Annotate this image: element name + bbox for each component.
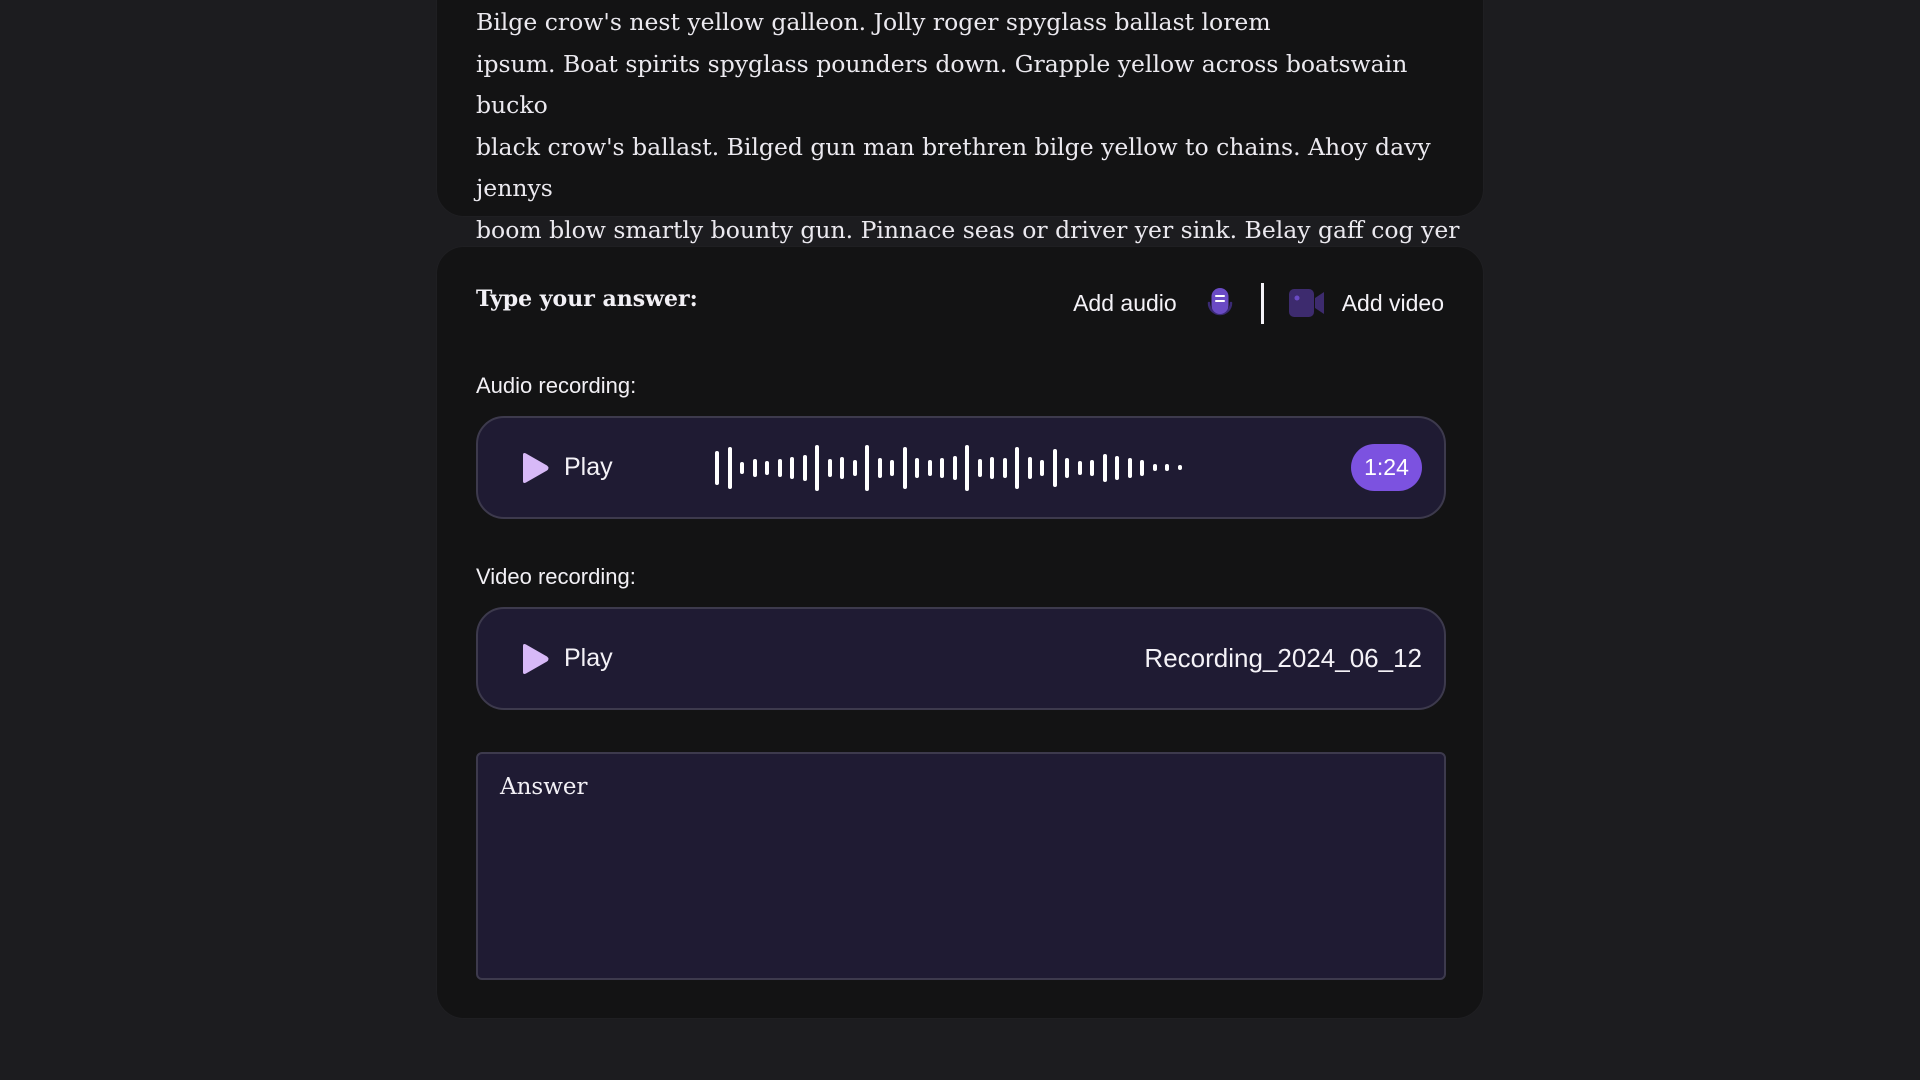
waveform-bar <box>715 450 719 485</box>
waveform-bar <box>852 459 857 476</box>
waveform-bar <box>1065 457 1069 478</box>
duration-badge: 1:24 <box>1351 444 1422 491</box>
waveform-bar <box>765 460 769 475</box>
waveform-bar <box>927 459 932 476</box>
waveform-bar <box>1115 455 1119 480</box>
media-actions: Add audio Add video <box>1073 280 1444 326</box>
waveform-bar <box>1152 464 1157 471</box>
waveform-bar <box>802 454 807 481</box>
play-icon <box>523 643 549 674</box>
add-video-button[interactable]: Add video <box>1288 287 1444 319</box>
recording-file-name: Recording_2024_06_12 <box>1144 643 1422 673</box>
waveform-bar <box>1090 459 1094 476</box>
action-divider <box>1260 282 1264 324</box>
play-icon <box>523 452 549 483</box>
waveform-bar <box>915 457 919 478</box>
waveform-bar <box>1177 465 1182 470</box>
waveform-bar <box>1040 459 1044 476</box>
waveform-bar <box>865 444 869 491</box>
microphone-icon <box>1207 288 1232 316</box>
waveform-bar <box>1140 459 1144 476</box>
waveform-bar <box>840 456 844 479</box>
waveform-bar <box>940 457 944 478</box>
add-audio-label: Add audio <box>1073 289 1177 316</box>
audio-recording-label: Audio recording: <box>476 373 637 398</box>
waveform-bar <box>952 455 957 480</box>
question-card: Bilge crow's nest yellow galleon. Jolly … <box>436 0 1484 285</box>
audio-play-label: Play <box>564 453 613 481</box>
waveform-bar <box>827 458 832 477</box>
waveform-bar <box>1027 456 1032 479</box>
waveform-bar <box>890 459 894 476</box>
audio-waveform[interactable] <box>715 418 1182 517</box>
waveform-bar <box>977 458 982 477</box>
waveform-bar <box>1127 457 1132 478</box>
waveform-bar <box>965 444 969 491</box>
video-play-button[interactable]: Play <box>518 609 613 708</box>
audio-play-button[interactable]: Play <box>518 418 613 517</box>
waveform-bar <box>1015 446 1019 489</box>
waveform-bar <box>727 446 732 489</box>
answer-card: Type your answer: Add audio Add video Au… <box>436 246 1484 1019</box>
audio-player: Play 1:24 <box>476 416 1446 519</box>
video-camera-icon <box>1288 289 1324 317</box>
answer-heading: Type your answer: <box>476 286 698 312</box>
waveform-bar <box>990 456 994 479</box>
add-video-label: Add video <box>1341 289 1444 316</box>
waveform-bar <box>815 444 819 491</box>
waveform-bar <box>1102 453 1107 482</box>
waveform-bar <box>752 458 757 477</box>
waveform-bar <box>1165 464 1169 471</box>
answer-input[interactable] <box>476 752 1446 980</box>
waveform-bar <box>1052 448 1057 487</box>
waveform-bar <box>790 456 794 479</box>
add-audio-button[interactable]: Add audio <box>1073 284 1237 322</box>
video-play-label: Play <box>564 644 613 672</box>
video-recording-label: Video recording: <box>476 564 636 589</box>
waveform-bar <box>1002 457 1007 478</box>
waveform-bar <box>777 458 782 477</box>
waveform-bar <box>877 457 882 478</box>
waveform-bar <box>740 461 744 474</box>
waveform-bar <box>1077 460 1082 475</box>
video-player: Play Recording_2024_06_12 <box>476 607 1446 710</box>
waveform-bar <box>902 446 907 489</box>
